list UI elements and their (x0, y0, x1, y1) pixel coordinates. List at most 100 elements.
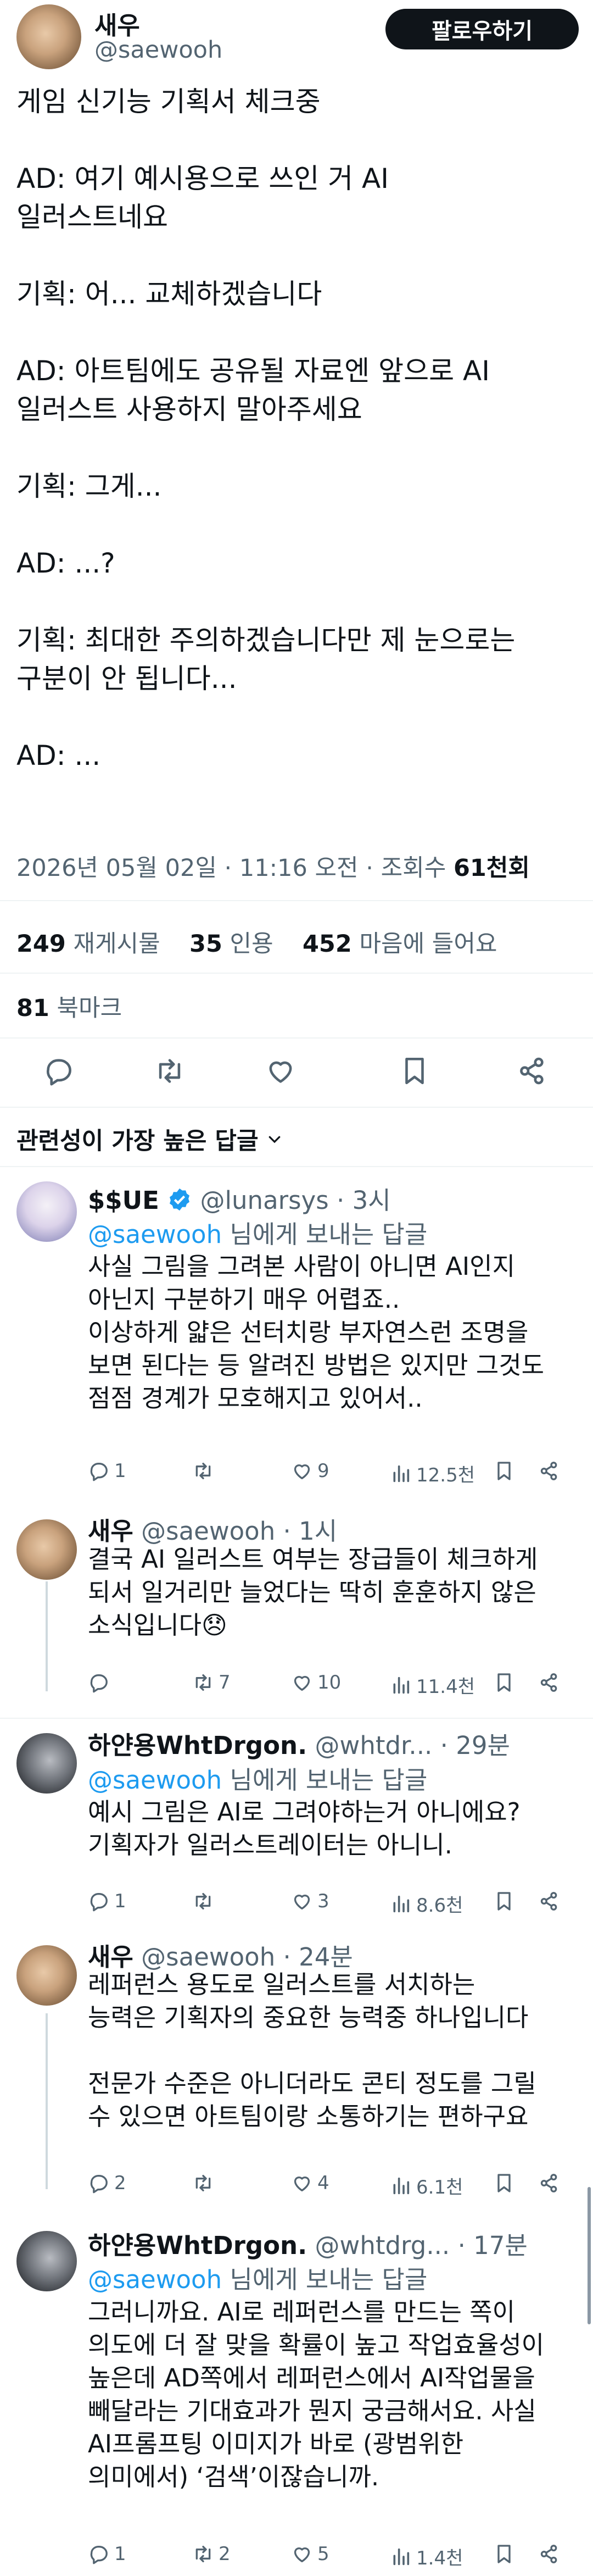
like-button[interactable]: 3 (291, 1890, 329, 1912)
views-button[interactable]: 1.4천 (390, 2543, 463, 2570)
reply-to-handle[interactable]: @saewooh (88, 1220, 222, 1249)
thread-line (46, 2013, 48, 2189)
bookmark-button[interactable] (493, 2172, 515, 2194)
chevron-down-icon (266, 1131, 283, 1147)
bookmark-button[interactable] (493, 2543, 515, 2565)
reply-author-handle[interactable]: @saewooh (141, 1517, 275, 1546)
bookmark-stat[interactable]: 81 북마크 (16, 989, 122, 1023)
reply-button[interactable]: 1 (88, 1890, 126, 1912)
share-icon (538, 2172, 560, 2194)
retweet-icon (192, 1672, 214, 1694)
reply-context: @saewooh 님에게 보내는 답글 (88, 1760, 427, 1796)
views-button[interactable]: 8.6천 (390, 1890, 463, 1917)
reply-author-handle[interactable]: @lunarsys (200, 1186, 329, 1215)
reply-author-name[interactable]: 새우 (88, 1517, 133, 1546)
share-button[interactable] (538, 1460, 560, 1482)
reply-time[interactable]: · 1시 (283, 1517, 338, 1546)
reply-header: 하얀용WhtDrgon. @whtdr... · 29분 (88, 1725, 510, 1761)
author-handle[interactable]: @saewooh (94, 36, 222, 64)
reply-avatar[interactable] (16, 1945, 77, 2006)
divider (0, 1037, 593, 1039)
tweet-line: AD: 아트팀에도 공유될 자료엔 앞으로 AI (16, 355, 490, 387)
reply-avatar[interactable] (16, 2231, 77, 2291)
share-button[interactable] (538, 1890, 560, 1912)
retweet-icon[interactable] (154, 1055, 186, 1087)
bookmark-button[interactable] (493, 1460, 515, 1482)
reply-avatar[interactable] (16, 1733, 77, 1794)
retweet-button[interactable] (192, 2172, 219, 2194)
reply-button[interactable]: 1 (88, 2543, 126, 2565)
like-count: 5 (317, 2543, 329, 2565)
reply-header: 새우 @saewooh · 1시 (88, 1511, 337, 1547)
view-count: 11.4천 (416, 1676, 475, 1698)
reply-author-handle[interactable]: @whtdrg... (315, 2231, 450, 2260)
reply-text: 사실 그림을 그려본 사람이 아니면 AI인지 아닌지 구분하기 매우 어렵죠.… (88, 1252, 545, 1413)
retweet-button[interactable] (192, 1890, 219, 1912)
reply-text: 예시 그림은 AI로 그려야하는거 아니에요? 기획자가 일러스트레이터는 아니… (88, 1797, 521, 1859)
tweet-line: 기획: 어... 교체하겠습니다 (16, 278, 322, 310)
share-button[interactable] (538, 2172, 560, 2194)
retweet-button[interactable]: 2 (192, 2543, 231, 2565)
reply-author-handle[interactable]: @saewooh (141, 1942, 275, 1972)
analytics-icon (390, 1674, 412, 1696)
like-button[interactable]: 4 (291, 2172, 329, 2194)
retweet-stat[interactable]: 249 재게시물 (16, 930, 160, 958)
reply-button[interactable]: 2 (88, 2172, 126, 2194)
like-count: 9 (317, 1460, 329, 1482)
reply-avatar[interactable] (16, 1519, 77, 1580)
bookmark-button[interactable] (493, 1672, 515, 1694)
tweet-timestamp[interactable]: 2026년 05월 02일 · 11:16 오전 · 조회수 61천회 (16, 849, 530, 883)
reply-author-name[interactable]: 하얀용WhtDrgon. (88, 1731, 307, 1760)
reply-icon[interactable] (43, 1055, 75, 1087)
views-button[interactable]: 11.4천 (390, 1672, 475, 1698)
reply-to-label: 님에게 보내는 답글 (222, 2265, 428, 2294)
share-icon (538, 1890, 560, 1912)
bookmark-icon (493, 1460, 515, 1482)
analytics-icon (390, 1893, 412, 1915)
views-button[interactable]: 12.5천 (390, 1460, 475, 1487)
retweet-count: 2 (219, 2543, 231, 2565)
reply-time[interactable]: · 29분 (440, 1731, 510, 1760)
analytics-icon (390, 2546, 412, 2568)
reply-icon (88, 2543, 110, 2565)
retweet-button[interactable]: 7 (192, 1672, 231, 1694)
bookmark-icon[interactable] (399, 1055, 430, 1087)
scrollbar-thumb[interactable] (588, 2187, 591, 2324)
reply-count: 1 (114, 1890, 126, 1912)
follow-button[interactable]: 팔로우하기 (385, 9, 579, 49)
reply-to-handle[interactable]: @saewooh (88, 1766, 222, 1795)
like-stat[interactable]: 452 마음에 들어요 (303, 930, 497, 958)
retweet-button[interactable] (192, 1460, 219, 1482)
reply-button[interactable] (88, 1672, 114, 1694)
like-button[interactable]: 10 (291, 1672, 341, 1694)
reply-header: $$UE @lunarsys · 3시 (88, 1180, 391, 1216)
reply-time[interactable]: · 3시 (337, 1186, 391, 1215)
reply-to-handle[interactable]: @saewooh (88, 2265, 222, 2294)
share-icon[interactable] (516, 1055, 548, 1087)
reply-count: 1 (114, 2543, 126, 2565)
share-button[interactable] (538, 2543, 560, 2565)
author-avatar[interactable] (16, 4, 81, 69)
timestamp-text[interactable]: 2026년 05월 02일 · 11:16 오전 · 조회수 (16, 854, 454, 882)
reply-time[interactable]: · 17분 (458, 2231, 528, 2260)
reply-sort-dropdown[interactable]: 관련성이 가장 높은 답글 (16, 1122, 283, 1156)
share-button[interactable] (538, 1672, 560, 1694)
like-button[interactable]: 9 (291, 1460, 329, 1482)
like-button[interactable]: 5 (291, 2543, 329, 2565)
analytics-icon (390, 1463, 412, 1485)
reply-author-name[interactable]: $$UE (88, 1186, 159, 1215)
reply-author-name[interactable]: 새우 (88, 1942, 133, 1972)
reply-time[interactable]: · 24분 (283, 1942, 353, 1972)
reply-avatar[interactable] (16, 1181, 77, 1242)
tweet-line: AD: 여기 예시용으로 쓰인 거 AI (16, 163, 389, 195)
reply-author-name[interactable]: 하얀용WhtDrgon. (88, 2231, 307, 2260)
like-icon[interactable] (265, 1055, 296, 1087)
bookmark-button[interactable] (493, 1890, 515, 1912)
bookmark-icon (493, 2172, 515, 2194)
tweet-line: 기획: 최대한 주의하겠습니다만 제 눈으로는 (16, 624, 516, 656)
quote-stat[interactable]: 35 인용 (189, 930, 273, 958)
tweet-line: 게임 신기능 기획서 체크중 (16, 86, 321, 118)
views-button[interactable]: 6.1천 (390, 2172, 463, 2199)
reply-button[interactable]: 1 (88, 1460, 126, 1482)
reply-author-handle[interactable]: @whtdr... (315, 1731, 433, 1760)
